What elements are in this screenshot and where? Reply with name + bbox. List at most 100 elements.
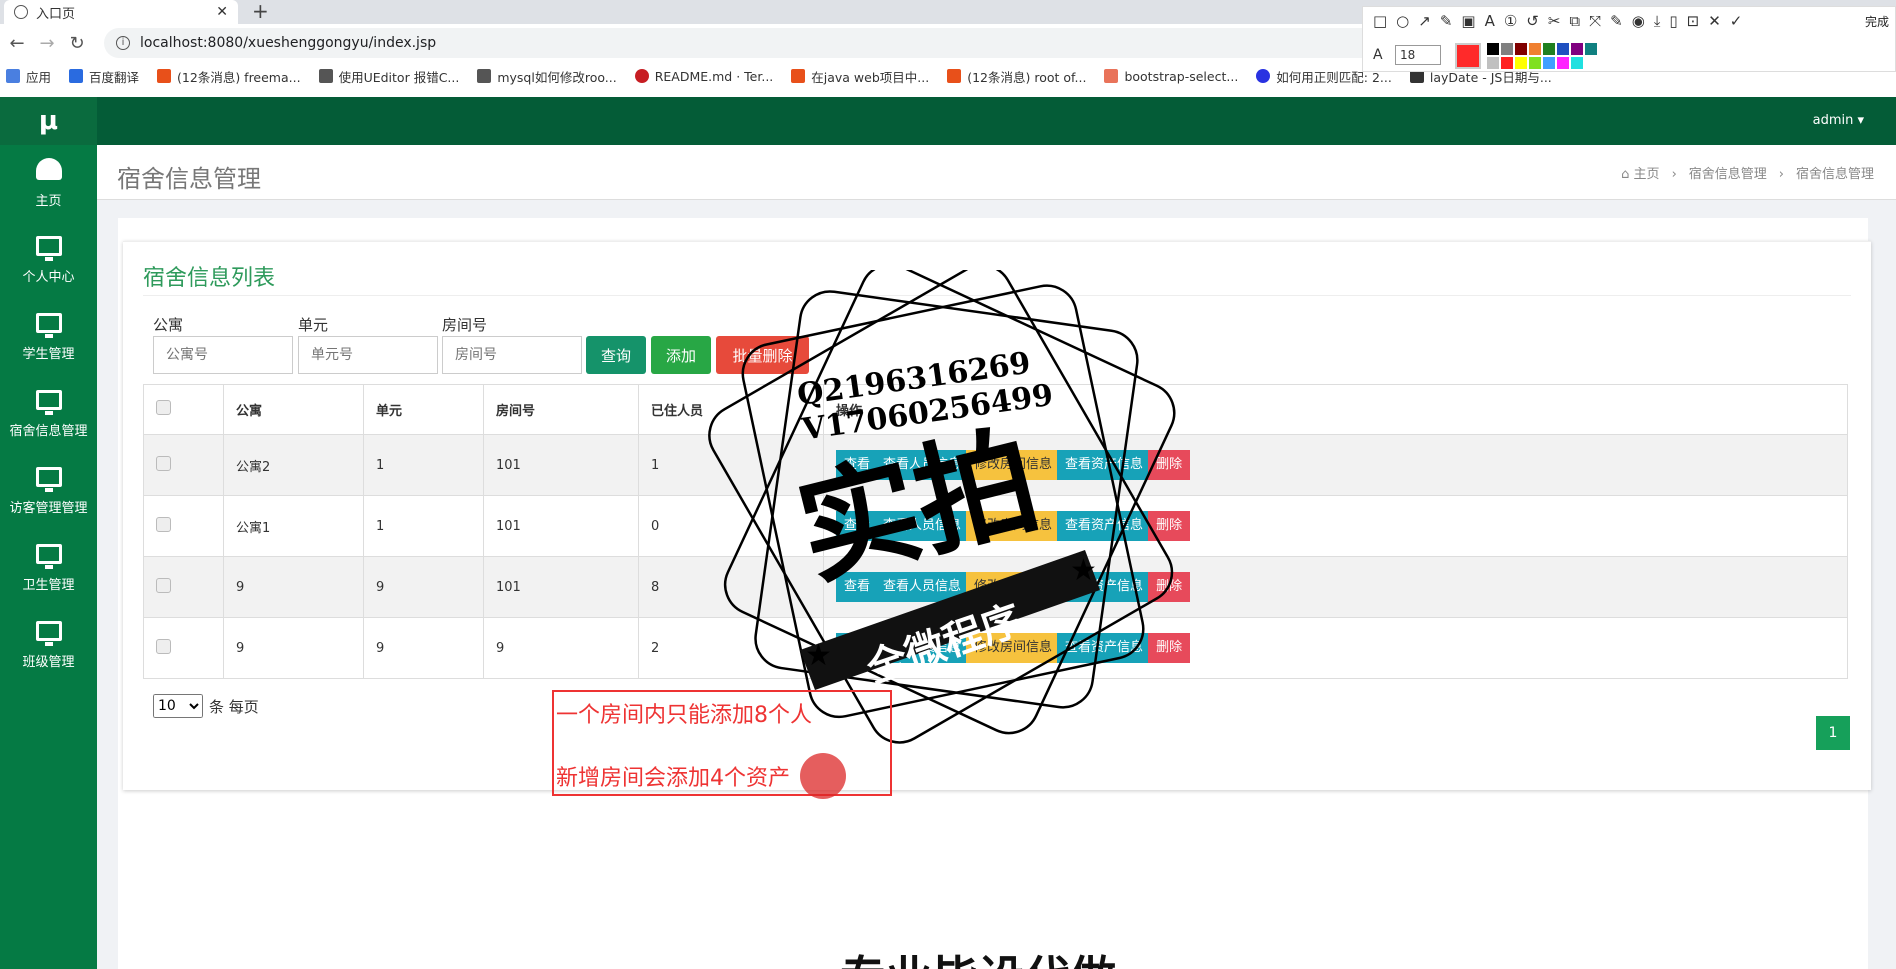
forward-icon[interactable]: →	[34, 33, 60, 54]
user-menu[interactable]: admin ▾	[1813, 113, 1864, 128]
color-swatch[interactable]	[1543, 43, 1555, 55]
monitor-icon	[35, 236, 62, 261]
table-cell: 101	[483, 495, 639, 557]
star-icon: ★	[1070, 553, 1097, 588]
color-swatch[interactable]	[1571, 43, 1583, 55]
close-tab-icon[interactable]: ✕	[216, 4, 228, 20]
annotation-line: 一个房间内只能添加8个人	[556, 703, 812, 728]
screenshot-tool-icons[interactable]: □○↗✎▣A①↺✂⧉⤧✎◉⤓▯⊡✕✓	[1373, 12, 1751, 30]
add-button[interactable]: 添加	[651, 336, 711, 374]
color-swatch[interactable]	[1501, 43, 1513, 55]
translate-icon	[69, 69, 84, 83]
top-bar: admin ▾	[97, 97, 1896, 145]
bookmark-item[interactable]: 使用UEditor 报错C...	[318, 67, 459, 86]
unit-input[interactable]	[298, 336, 438, 374]
per-page-select[interactable]: 10	[153, 694, 203, 718]
table-cell: 9	[223, 556, 364, 618]
table-cell: 101	[483, 434, 639, 496]
sidebar: μ 主页 个人中心 学生管理 宿舍信息管理 访客管理管理 卫生管理 班级管理	[0, 97, 97, 969]
sidebar-item-home[interactable]: 主页	[0, 145, 97, 222]
url-input[interactable]: i localhost:8080/xueshenggongyu/index.js…	[104, 28, 1394, 58]
apartment-label: 公寓	[153, 316, 184, 334]
bookmark-item[interactable]: (12条消息) root of...	[947, 67, 1086, 86]
breadcrumb-home[interactable]: 主页	[1634, 167, 1660, 182]
font-size-select[interactable]: 18	[1395, 45, 1441, 65]
bookmark-item[interactable]: 百度翻译	[69, 67, 139, 86]
bookmark-item[interactable]: 在java web项目中...	[791, 67, 929, 86]
bookmark-item[interactable]: mysql如何修改roo...	[477, 67, 617, 86]
browser-tab[interactable]: 入口页 ✕	[4, 0, 238, 24]
color-swatch[interactable]	[1487, 43, 1499, 55]
site-icon	[318, 69, 333, 83]
color-swatch[interactable]	[1557, 43, 1569, 55]
current-color-swatch[interactable]	[1455, 43, 1481, 69]
row-checkbox[interactable]	[156, 577, 171, 593]
search-button[interactable]: 查询	[586, 336, 646, 374]
page-title: 宿舍信息管理	[117, 165, 261, 193]
color-swatch[interactable]	[1599, 43, 1611, 55]
page-header: 宿舍信息管理 ⌂ 主页 › 宿舍信息管理 › 宿舍信息管理	[97, 145, 1896, 200]
sidebar-item-dorms[interactable]: 宿舍信息管理	[0, 376, 97, 453]
reload-icon[interactable]: ↻	[64, 33, 90, 54]
color-swatch[interactable]	[1501, 57, 1513, 69]
breadcrumb-item[interactable]: 宿舍信息管理	[1689, 167, 1767, 182]
table-cell: 公寓2	[223, 434, 364, 496]
annotation-line: 新增房间会添加4个资产	[556, 766, 790, 791]
page-button[interactable]: 1	[1816, 716, 1850, 750]
sidebar-item-label: 个人中心	[22, 270, 75, 285]
color-swatch[interactable]	[1585, 43, 1597, 55]
sidebar-item-hygiene[interactable]: 卫生管理	[0, 530, 97, 607]
watermark-stamp: Q2196316269 V17060256499 实拍 全微程序 ★ ★	[708, 270, 1176, 744]
info-icon[interactable]: i	[116, 36, 130, 50]
bookmark-label: (12条消息) freema...	[177, 69, 301, 85]
bookmark-item[interactable]: 应用	[6, 67, 51, 86]
row-checkbox[interactable]	[156, 516, 171, 532]
select-all-checkbox[interactable]	[156, 400, 171, 415]
font-icon: A	[1373, 47, 1383, 63]
sidebar-item-students[interactable]: 学生管理	[0, 299, 97, 376]
chevron-right-icon: ›	[1778, 167, 1784, 182]
color-swatch[interactable]	[1571, 57, 1583, 69]
chevron-right-icon: ›	[1671, 167, 1677, 182]
back-icon[interactable]: ←	[4, 33, 30, 54]
color-swatch[interactable]	[1529, 43, 1541, 55]
color-swatch[interactable]	[1529, 57, 1541, 69]
table-cell: 公寓1	[223, 495, 364, 557]
done-button[interactable]: 完成	[1865, 13, 1889, 30]
new-tab-icon[interactable]: +	[252, 0, 269, 22]
color-palette[interactable]	[1487, 43, 1611, 69]
bookmark-label: 应用	[26, 69, 52, 85]
row-checkbox[interactable]	[156, 455, 171, 471]
screenshot-toolbar: □○↗✎▣A①↺✂⧉⤧✎◉⤓▯⊡✕✓ 完成 A 18	[1362, 6, 1896, 72]
bookmark-item[interactable]: README.md · Ter...	[634, 69, 773, 84]
room-input[interactable]	[442, 336, 582, 374]
per-page-control: 10 条 每页	[153, 694, 259, 718]
sidebar-item-classes[interactable]: 班级管理	[0, 607, 97, 684]
sidebar-item-profile[interactable]: 个人中心	[0, 222, 97, 299]
bookmark-label: 在java web项目中...	[811, 69, 930, 85]
bookmark-item[interactable]: (12条消息) freema...	[157, 67, 301, 86]
select-cell[interactable]	[143, 434, 224, 496]
sidebar-item-visitors[interactable]: 访客管理管理	[0, 453, 97, 530]
table-cell: 1	[363, 495, 484, 557]
color-swatch[interactable]	[1557, 57, 1569, 69]
select-cell[interactable]	[143, 495, 224, 557]
apartment-input[interactable]	[153, 336, 293, 374]
column-header: 公寓	[223, 384, 364, 435]
color-swatch[interactable]	[1515, 43, 1527, 55]
card-title: 宿舍信息列表	[143, 266, 276, 291]
color-swatch[interactable]	[1515, 57, 1527, 69]
sidebar-item-label: 访客管理管理	[9, 501, 88, 516]
select-all-cell[interactable]	[143, 384, 224, 435]
bookmark-item[interactable]: bootstrap-select...	[1104, 69, 1238, 84]
select-cell[interactable]	[143, 617, 224, 679]
sidebar-item-label: 主页	[35, 194, 62, 209]
csdn-icon	[947, 69, 962, 83]
cursor-highlight	[800, 753, 846, 799]
select-cell[interactable]	[143, 556, 224, 618]
row-checkbox[interactable]	[156, 638, 171, 654]
color-swatch[interactable]	[1487, 57, 1499, 69]
baidu-icon	[1256, 69, 1271, 83]
site-icon	[477, 69, 492, 83]
color-swatch[interactable]	[1543, 57, 1555, 69]
